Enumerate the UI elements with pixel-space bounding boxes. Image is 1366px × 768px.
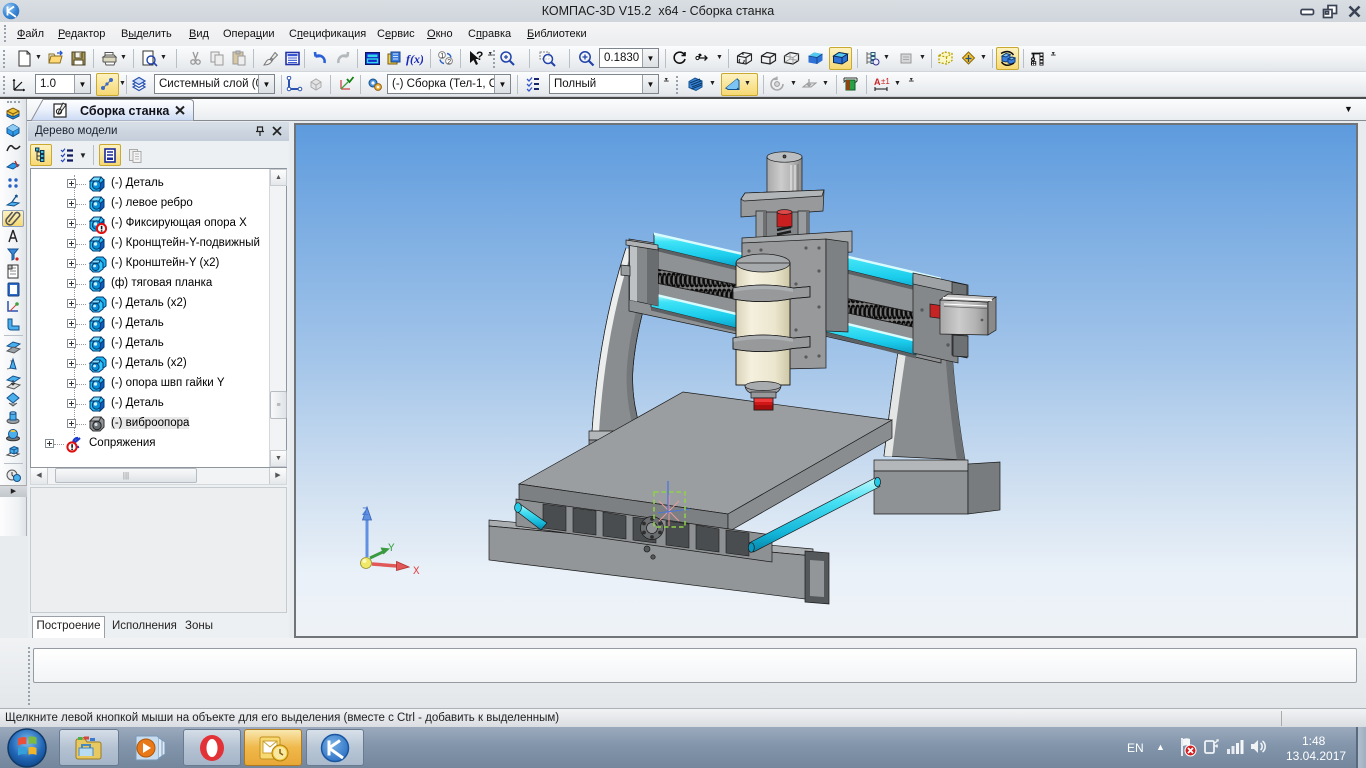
- svg-text:X: X: [413, 566, 420, 578]
- svg-text:A: A: [874, 77, 881, 87]
- svg-text:1: 1: [440, 53, 444, 60]
- svg-text:Сборка станка: Сборка станка: [80, 104, 170, 118]
- svg-text:?: ?: [476, 50, 483, 63]
- svg-text:±1: ±1: [881, 77, 890, 86]
- svg-text:2: 2: [447, 59, 451, 66]
- svg-text:Z: Z: [362, 507, 369, 519]
- svg-text:Y: Y: [388, 543, 395, 555]
- svg-text:f(x): f(x): [406, 52, 423, 66]
